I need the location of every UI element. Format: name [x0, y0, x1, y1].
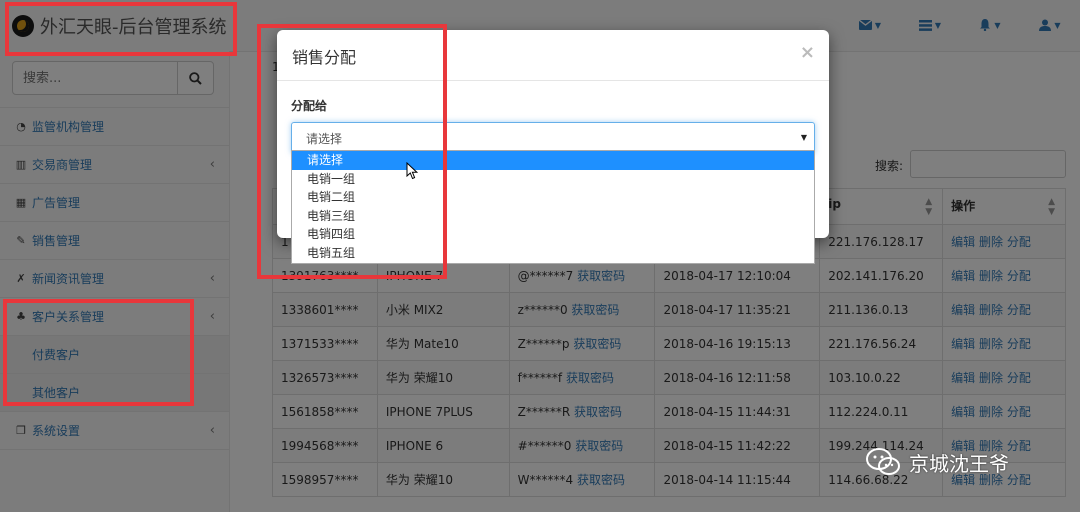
watermark: 京城沈王爷: [865, 447, 1009, 477]
caret-down-icon: ▼: [800, 133, 807, 142]
watermark-text: 京城沈王爷: [909, 451, 1009, 476]
wechat-icon: [866, 448, 900, 475]
annotation-box-modal: [257, 24, 447, 279]
annotation-box-title: [5, 2, 237, 56]
close-icon[interactable]: ×: [800, 42, 815, 63]
annotation-box-crm: [3, 299, 194, 406]
